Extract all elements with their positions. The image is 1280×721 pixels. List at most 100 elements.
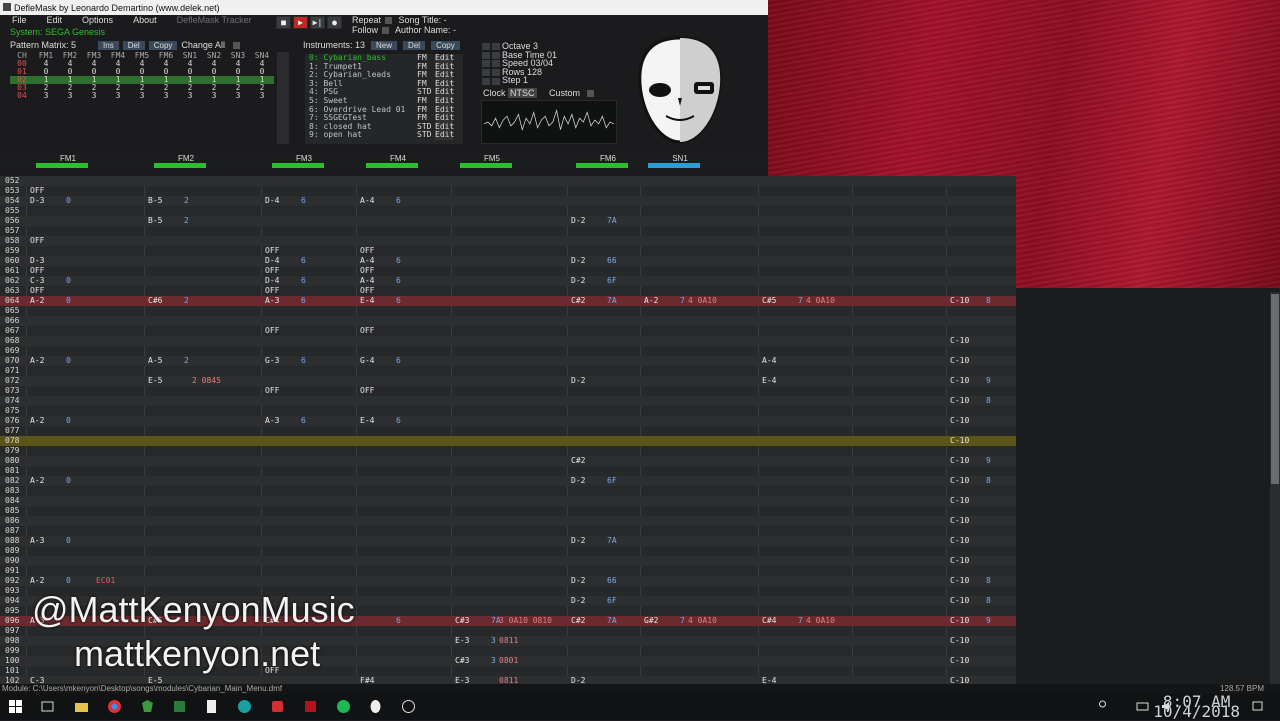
pattern-row[interactable]: 079: [0, 446, 1016, 456]
pattern-row[interactable]: 060 D-3 D-4 6 A-4 6 D-2 66: [0, 256, 1016, 266]
note-cell[interactable]: C-10: [950, 596, 969, 606]
note-cell[interactable]: C-10: [950, 376, 969, 386]
note-cell[interactable]: D-2: [571, 536, 585, 546]
note-cell[interactable]: C-10: [950, 476, 969, 486]
instrument-item[interactable]: 9: open hat STD Edit: [305, 131, 463, 140]
note-cell[interactable]: A-5: [148, 356, 162, 366]
instrument-cell[interactable]: 7A: [607, 536, 617, 546]
app-icon-clock[interactable]: [401, 699, 416, 714]
network-icon[interactable]: [1135, 699, 1150, 714]
note-cell[interactable]: A-2: [30, 476, 44, 486]
note-cell[interactable]: A-2: [30, 416, 44, 426]
pattern-row[interactable]: 056 B-5 2 D-2 7A: [0, 216, 1016, 226]
note-cell[interactable]: E-3: [455, 676, 469, 684]
new-instrument-button[interactable]: New: [371, 40, 398, 50]
effect-cell[interactable]: 3 0A10 0810: [499, 616, 552, 626]
note-cell[interactable]: F#4: [360, 676, 374, 684]
note-cell[interactable]: C-10: [950, 296, 969, 306]
pattern-row[interactable]: 083: [0, 486, 1016, 496]
change-all-checkbox[interactable]: [232, 41, 240, 49]
note-cell[interactable]: OFF: [30, 186, 44, 196]
pattern-row[interactable]: 057: [0, 226, 1016, 236]
pattern-row[interactable]: 078 C-10: [0, 436, 1016, 446]
task-view-icon[interactable]: [40, 699, 55, 714]
note-cell[interactable]: C-10: [950, 416, 969, 426]
instrument-cell[interactable]: 8: [986, 476, 991, 486]
note-cell[interactable]: D-2: [571, 476, 585, 486]
note-cell[interactable]: E-4: [360, 296, 374, 306]
channel-header-fm3[interactable]: FM3: [264, 154, 344, 172]
note-cell[interactable]: C#3: [455, 656, 469, 666]
instrument-cell[interactable]: 66: [607, 256, 617, 266]
instrument-cell[interactable]: 7A: [607, 216, 617, 226]
base-time-down[interactable]: [482, 51, 490, 59]
note-cell[interactable]: C#2: [571, 616, 585, 626]
note-cell[interactable]: OFF: [265, 266, 279, 276]
instrument-cell[interactable]: 66: [607, 576, 617, 586]
effect-cell[interactable]: 4 0A10: [688, 616, 717, 626]
note-cell[interactable]: D-2: [571, 216, 585, 226]
note-cell[interactable]: A-4: [360, 196, 374, 206]
matrix-cell[interactable]: 3: [130, 92, 154, 100]
note-cell[interactable]: E-4: [360, 416, 374, 426]
channel-header-fm4[interactable]: FM4: [358, 154, 438, 172]
instrument-cell[interactable]: 7A: [607, 616, 617, 626]
instrument-cell[interactable]: 7A: [607, 296, 617, 306]
windows-start-icon[interactable]: [8, 699, 23, 714]
note-cell[interactable]: C#3: [455, 616, 469, 626]
step-down[interactable]: [482, 77, 490, 85]
note-cell[interactable]: OFF: [360, 246, 374, 256]
note-cell[interactable]: C-10: [950, 616, 969, 626]
instrument-cell[interactable]: 7: [680, 616, 685, 626]
channel-header-sn1[interactable]: SN1: [640, 154, 720, 172]
scrollbar-thumb[interactable]: [1271, 294, 1279, 484]
instrument-cell[interactable]: 6: [396, 616, 401, 626]
instrument-cell[interactable]: 6: [301, 356, 306, 366]
instrument-cell[interactable]: 7: [680, 296, 685, 306]
note-cell[interactable]: C-10: [950, 436, 969, 446]
pattern-row[interactable]: 091: [0, 566, 1016, 576]
pattern-row[interactable]: 082 A-2 0 D-2 6F C-10 8: [0, 476, 1016, 486]
step-up[interactable]: [492, 77, 500, 85]
instrument-cell[interactable]: 7: [798, 296, 803, 306]
note-cell[interactable]: E-4: [762, 376, 776, 386]
pattern-row[interactable]: 088 A-3 0 D-2 7A C-10: [0, 536, 1016, 546]
note-cell[interactable]: C-10: [950, 456, 969, 466]
play-pattern-button[interactable]: ▶|: [310, 16, 325, 29]
note-cell[interactable]: D-4: [265, 276, 279, 286]
octave-up[interactable]: [492, 43, 500, 51]
note-cell[interactable]: B-5: [148, 216, 162, 226]
effect-cell[interactable]: 4 0A10: [688, 296, 717, 306]
rows-up[interactable]: [492, 68, 500, 76]
note-cell[interactable]: D-2: [571, 576, 585, 586]
pattern-row[interactable]: 092 A-2 0 EC01 D-2 66 C-10 8: [0, 576, 1016, 586]
copy-button[interactable]: Copy: [148, 40, 178, 50]
note-cell[interactable]: C-10: [950, 396, 969, 406]
note-cell[interactable]: D-2: [571, 276, 585, 286]
note-cell[interactable]: C-10: [950, 636, 969, 646]
pattern-row[interactable]: 058 OFF: [0, 236, 1016, 246]
deflemask-taskbar-icon[interactable]: [368, 699, 383, 714]
note-cell[interactable]: OFF: [360, 386, 374, 396]
matrix-cell[interactable]: 3: [202, 92, 226, 100]
menu-edit[interactable]: Edit: [35, 15, 71, 27]
note-cell[interactable]: A-3: [265, 296, 279, 306]
pattern-row[interactable]: 089: [0, 546, 1016, 556]
instrument-cell[interactable]: 6: [396, 356, 401, 366]
pattern-row[interactable]: 076 A-2 0 A-3 6 E-4 6 C-10: [0, 416, 1016, 426]
pattern-row[interactable]: 054 D-3 0 B-5 2 D-4 6 A-4 6: [0, 196, 1016, 206]
note-cell[interactable]: OFF: [360, 286, 374, 296]
note-cell[interactable]: E-4: [762, 676, 776, 684]
note-cell[interactable]: C-3: [30, 276, 44, 286]
menu-about[interactable]: About: [121, 15, 165, 27]
instrument-cell[interactable]: 6: [301, 416, 306, 426]
effect-cell[interactable]: EC01: [96, 576, 115, 586]
channel-header-fm2[interactable]: FM2: [146, 154, 226, 172]
note-cell[interactable]: C#2: [571, 296, 585, 306]
instrument-cell[interactable]: 9: [986, 376, 991, 386]
note-cell[interactable]: OFF: [265, 286, 279, 296]
instrument-cell[interactable]: 6: [396, 416, 401, 426]
instrument-cell[interactable]: 2: [184, 296, 189, 306]
menu-file[interactable]: File: [0, 15, 35, 27]
repeat-checkbox[interactable]: [385, 17, 393, 25]
